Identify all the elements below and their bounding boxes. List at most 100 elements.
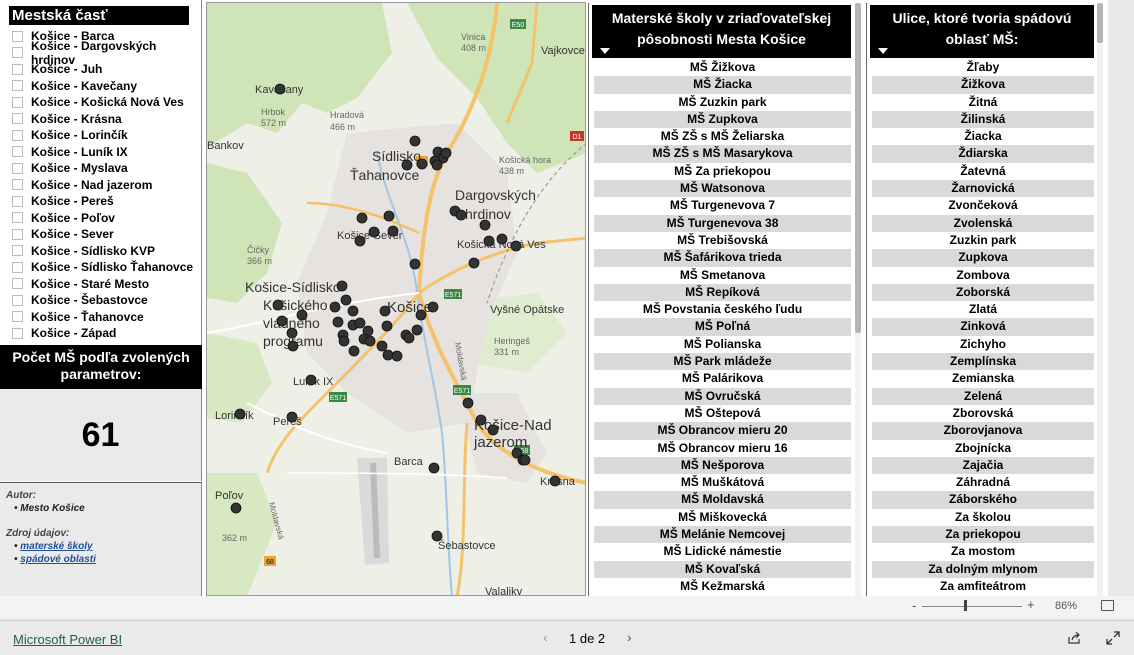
street-row[interactable]: Zupkova	[872, 249, 1094, 267]
map-visual[interactable]: E50 E571 E571 E571 E58 D1 16 68 Kavečany…	[206, 2, 586, 596]
school-marker[interactable]	[487, 424, 499, 436]
checkbox[interactable]	[12, 47, 23, 59]
school-row[interactable]: MŠ Smetanova	[594, 267, 851, 284]
slicer-item[interactable]: Košice - Luník IX	[12, 144, 202, 161]
school-row[interactable]: MŠ Lidické námestie	[594, 543, 851, 560]
school-row[interactable]: MŠ ZŠ s MŠ Želiarska	[594, 128, 851, 145]
checkbox[interactable]	[12, 294, 23, 306]
school-marker[interactable]	[286, 327, 298, 339]
school-row[interactable]: MŠ Watsonova	[594, 180, 851, 198]
school-row[interactable]: MŠ Oštepová	[594, 405, 851, 422]
street-row[interactable]: Záhradná	[872, 474, 1094, 491]
school-marker[interactable]	[462, 397, 474, 409]
checkbox[interactable]	[12, 311, 23, 323]
school-marker[interactable]	[332, 316, 344, 328]
school-marker[interactable]	[376, 340, 388, 352]
school-marker[interactable]	[479, 219, 491, 231]
school-row[interactable]: MŠ Repíková	[594, 283, 851, 302]
checkbox[interactable]	[12, 278, 23, 290]
street-row[interactable]: Žitná	[872, 94, 1094, 111]
school-row[interactable]: MŠ Turgenevova 7	[594, 197, 851, 214]
checkbox[interactable]	[12, 212, 23, 224]
slicer-item[interactable]: Košice - Poľov	[12, 210, 202, 227]
checkbox[interactable]	[12, 129, 23, 141]
street-row[interactable]: Žatevná	[872, 163, 1094, 180]
school-marker[interactable]	[329, 301, 341, 313]
school-row[interactable]: MŠ Nešporova	[594, 456, 851, 475]
school-marker[interactable]	[354, 317, 366, 329]
checkbox[interactable]	[12, 245, 23, 257]
streets-scrollbar[interactable]	[1097, 3, 1103, 596]
zoom-slider[interactable]	[922, 606, 1022, 607]
school-row[interactable]: MŠ Kežmarská	[594, 578, 851, 595]
school-marker[interactable]	[427, 301, 439, 313]
school-marker[interactable]	[347, 305, 359, 317]
school-marker[interactable]	[274, 83, 286, 95]
school-row[interactable]: MŠ Obrancov mieru 20	[594, 422, 851, 440]
slicer-item[interactable]: Košice - Lorinčík	[12, 127, 202, 144]
previous-page-icon[interactable]: ‹	[543, 629, 548, 645]
sort-arrow-icon[interactable]	[600, 48, 610, 54]
school-row[interactable]: MŠ Zuzkin park	[594, 94, 851, 111]
map-svg[interactable]: E50 E571 E571 E571 E58 D1 16 68 Kavečany…	[207, 3, 586, 596]
zoom-slider-handle[interactable]	[964, 600, 967, 611]
school-row[interactable]: MŠ Melánie Nemcovej	[594, 526, 851, 544]
street-row[interactable]: Žižkova	[872, 76, 1094, 94]
school-row[interactable]: MŠ Obrancov mieru 16	[594, 440, 851, 457]
slicer-item[interactable]: Košice - Nad jazerom	[12, 177, 202, 194]
school-marker[interactable]	[305, 374, 317, 386]
school-row[interactable]: MŠ Zupkova	[594, 110, 851, 129]
street-row[interactable]: Žľaby	[872, 59, 1094, 76]
school-marker[interactable]	[272, 299, 284, 311]
street-row[interactable]: Za mostom	[872, 543, 1094, 560]
street-row[interactable]: Za školou	[872, 509, 1094, 526]
school-marker[interactable]	[348, 345, 360, 357]
slicer-item[interactable]: Košice - Krásna	[12, 111, 202, 128]
power-bi-link[interactable]: Microsoft Power BI	[13, 632, 122, 647]
school-marker[interactable]	[468, 257, 480, 269]
slicer-item[interactable]: Košice - Kavečany	[12, 78, 202, 95]
slicer-item[interactable]: Košice - Staré Mesto	[12, 276, 202, 293]
school-marker[interactable]	[431, 530, 443, 542]
source-link-2[interactable]: • spádové oblasti	[6, 554, 195, 565]
school-marker[interactable]	[475, 414, 487, 426]
school-marker[interactable]	[368, 226, 380, 238]
street-row[interactable]: Zoborská	[872, 283, 1094, 302]
checkbox[interactable]	[12, 96, 23, 108]
street-row[interactable]: Zvončeková	[872, 197, 1094, 214]
street-row[interactable]: Žarnovická	[872, 180, 1094, 198]
school-row[interactable]: MŠ Moldavská	[594, 491, 851, 509]
school-marker[interactable]	[411, 324, 423, 336]
school-row[interactable]: MŠ Povstania českého ľudu	[594, 301, 851, 318]
school-row[interactable]: MŠ Muškátová	[594, 474, 851, 491]
school-marker[interactable]	[383, 210, 395, 222]
street-row[interactable]: Žiacka	[872, 128, 1094, 145]
school-marker[interactable]	[387, 225, 399, 237]
street-row[interactable]: Žilinská	[872, 110, 1094, 129]
slicer-item[interactable]: Košice - Sever	[12, 226, 202, 243]
checkbox[interactable]	[12, 63, 23, 75]
street-row[interactable]: Zichyho	[872, 336, 1094, 353]
link-spadove-oblasti[interactable]: spádové oblasti	[20, 554, 96, 565]
school-row[interactable]: MŠ Žižkova	[594, 59, 851, 76]
share-icon[interactable]	[1067, 631, 1081, 645]
next-page-icon[interactable]: ›	[627, 629, 632, 645]
checkbox[interactable]	[12, 261, 23, 273]
school-marker[interactable]	[440, 147, 452, 159]
slicer-item[interactable]: Košice - Košická Nová Ves	[12, 94, 202, 111]
school-marker[interactable]	[354, 235, 366, 247]
school-row[interactable]: MŠ Miškovecká	[594, 509, 851, 526]
link-materske-skoly[interactable]: materské školy	[20, 541, 92, 552]
street-row[interactable]: Za amfiteátrom	[872, 578, 1094, 595]
street-row[interactable]: Zborovská	[872, 405, 1094, 422]
checkbox[interactable]	[12, 80, 23, 92]
slicer-item[interactable]: Košice - Dargovských hrdinov	[12, 39, 202, 67]
street-row[interactable]: Záborského	[872, 491, 1094, 509]
schools-header[interactable]: Materské školy v zriaďovateľskej pôsobno…	[592, 5, 851, 58]
school-marker[interactable]	[510, 240, 522, 252]
zoom-in-button[interactable]: +	[1027, 597, 1035, 612]
slicer-item[interactable]: Košice - Sídlisko Ťahanovce	[12, 259, 202, 276]
school-marker[interactable]	[455, 209, 467, 221]
school-marker[interactable]	[428, 462, 440, 474]
school-marker[interactable]	[403, 332, 415, 344]
